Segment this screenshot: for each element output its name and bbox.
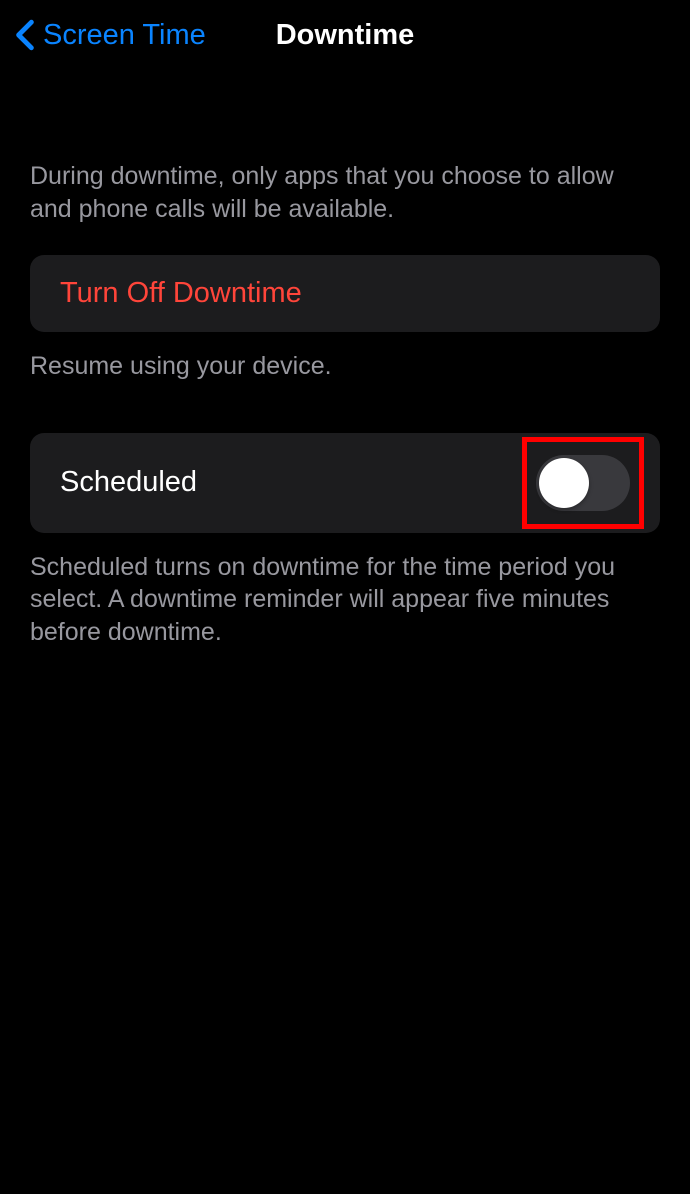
scheduled-toggle[interactable] bbox=[536, 455, 630, 511]
back-button[interactable]: Screen Time bbox=[15, 19, 206, 52]
intro-description: During downtime, only apps that you choo… bbox=[0, 160, 690, 225]
chevron-left-icon bbox=[15, 19, 35, 51]
page-title: Downtime bbox=[276, 19, 415, 52]
turn-off-downtime-button[interactable]: Turn Off Downtime bbox=[30, 255, 660, 332]
scheduled-toggle-wrapper bbox=[536, 455, 630, 511]
scheduled-footer: Scheduled turns on downtime for the time… bbox=[0, 551, 690, 649]
turn-off-label: Turn Off Downtime bbox=[60, 277, 302, 310]
scheduled-row: Scheduled bbox=[30, 433, 660, 533]
back-label: Screen Time bbox=[43, 19, 206, 52]
turn-off-footer: Resume using your device. bbox=[0, 350, 690, 383]
navigation-bar: Screen Time Downtime bbox=[0, 0, 690, 70]
toggle-knob bbox=[539, 458, 589, 508]
scheduled-label: Scheduled bbox=[60, 466, 197, 499]
